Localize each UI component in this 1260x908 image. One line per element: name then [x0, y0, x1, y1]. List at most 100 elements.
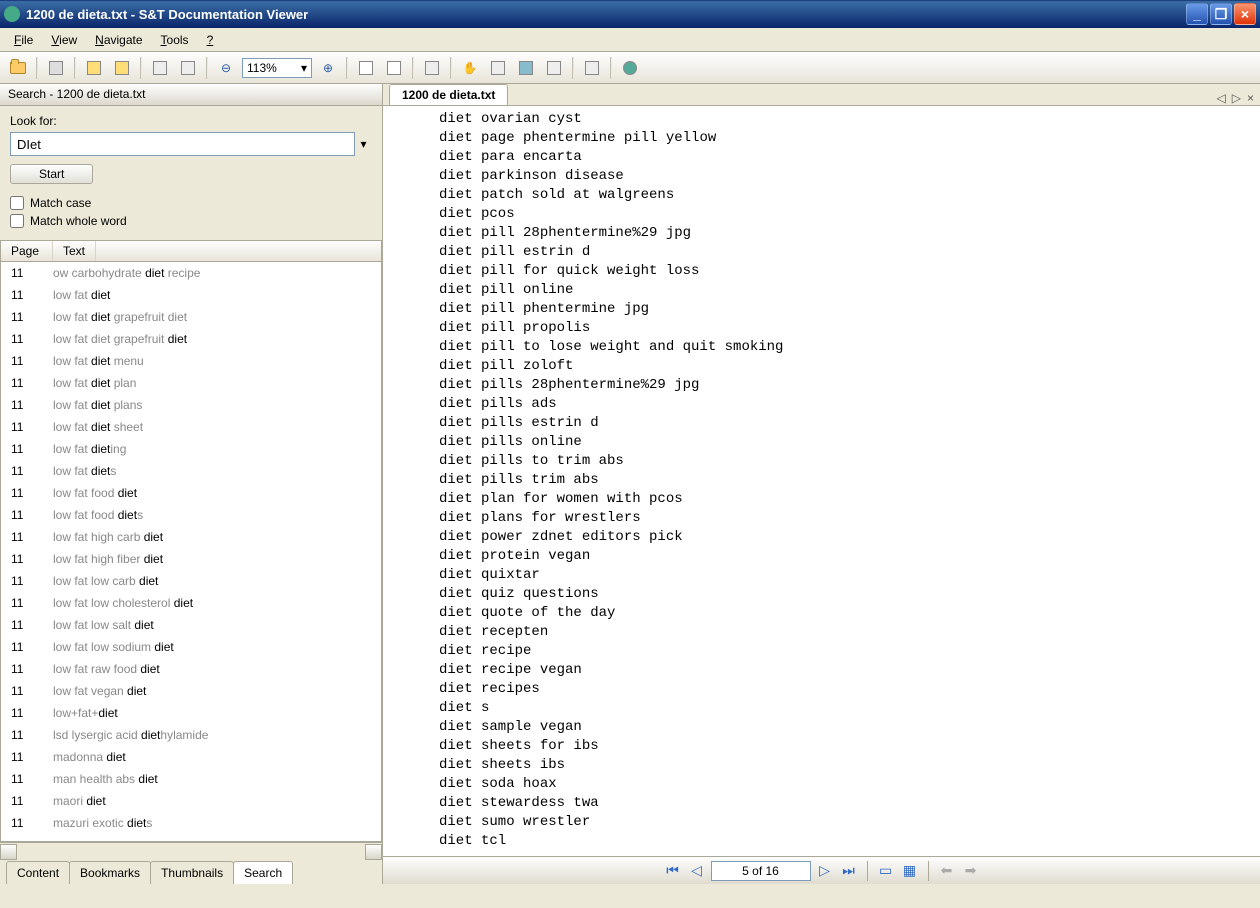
- search-result-row[interactable]: 11maori diet: [1, 790, 381, 812]
- two-page-button[interactable]: [580, 56, 604, 80]
- search-panel: Look for: ▾ Start Match case Match whole…: [0, 106, 382, 240]
- search-result-row[interactable]: 11low fat diets: [1, 460, 381, 482]
- results-hscroll[interactable]: [0, 842, 382, 860]
- minimize-button[interactable]: _: [1186, 3, 1208, 25]
- search-result-row[interactable]: 11ow carbohydrate diet recipe: [1, 262, 381, 284]
- menu-file[interactable]: File: [6, 30, 41, 50]
- result-page: 11: [11, 528, 53, 546]
- search-result-row[interactable]: 11low fat food diet: [1, 482, 381, 504]
- search-result-row[interactable]: 11low fat diet: [1, 284, 381, 306]
- match-case-label: Match case: [30, 196, 91, 210]
- tab-search[interactable]: Search: [233, 861, 293, 884]
- tab-close-icon[interactable]: ×: [1247, 91, 1254, 105]
- highlight-clear-button[interactable]: [110, 56, 134, 80]
- zoom-input[interactable]: 113%▾: [242, 58, 312, 78]
- result-text: low fat diet grapefruit diet: [53, 330, 371, 348]
- document-tab[interactable]: 1200 de dieta.txt: [389, 84, 508, 105]
- single-page-view-button[interactable]: ▭: [876, 861, 896, 881]
- zoom-in-button[interactable]: ⊕: [316, 56, 340, 80]
- next-page-button[interactable]: ▷: [815, 861, 835, 881]
- copy-alt-button[interactable]: [176, 56, 200, 80]
- menu-tools[interactable]: Tools: [153, 30, 197, 50]
- result-page: 11: [11, 330, 53, 348]
- search-result-row[interactable]: 11lsd lysergic acid diethylamide: [1, 724, 381, 746]
- sidebar: Search - 1200 de dieta.txt Look for: ▾ S…: [0, 84, 383, 884]
- tab-next-icon[interactable]: ▷: [1232, 91, 1241, 105]
- page-input[interactable]: [711, 861, 811, 881]
- result-page: 11: [11, 770, 53, 788]
- search-result-row[interactable]: 11low fat diet grapefruit diet: [1, 328, 381, 350]
- tab-thumbnails[interactable]: Thumbnails: [150, 861, 234, 884]
- hand-tool-button[interactable]: ✋: [458, 56, 482, 80]
- search-result-row[interactable]: 11low fat low sodium diet: [1, 636, 381, 658]
- match-whole-word-checkbox[interactable]: [10, 214, 24, 228]
- search-result-row[interactable]: 11madonna diet: [1, 746, 381, 768]
- search-dropdown-icon[interactable]: ▾: [354, 133, 372, 155]
- search-result-row[interactable]: 11low fat dieting: [1, 438, 381, 460]
- copy-button[interactable]: [148, 56, 172, 80]
- search-result-row[interactable]: 11low fat food diets: [1, 504, 381, 526]
- search-result-row[interactable]: 11low fat high carb diet: [1, 526, 381, 548]
- tab-prev-icon[interactable]: ◁: [1217, 91, 1226, 105]
- prev-page-button[interactable]: ◁: [687, 861, 707, 881]
- search-result-row[interactable]: 11low fat diet sheet: [1, 416, 381, 438]
- result-page: 11: [11, 814, 53, 832]
- scroll-left-icon[interactable]: [0, 844, 17, 860]
- zoom-out-button[interactable]: ⊖: [214, 56, 238, 80]
- result-text: low fat food diets: [53, 506, 371, 524]
- nav-forward-button[interactable]: ➡: [961, 861, 981, 881]
- result-page: 11: [11, 704, 53, 722]
- col-text[interactable]: Text: [53, 241, 96, 261]
- rotate-button[interactable]: [542, 56, 566, 80]
- document-tab-bar: 1200 de dieta.txt ◁ ▷ ×: [383, 84, 1260, 106]
- results-list[interactable]: 11ow carbohydrate diet recipe11low fat d…: [0, 262, 382, 842]
- print-button[interactable]: [44, 56, 68, 80]
- highlight-button[interactable]: [82, 56, 106, 80]
- search-result-row[interactable]: 11low fat low carb diet: [1, 570, 381, 592]
- menu-navigate[interactable]: Navigate: [87, 30, 150, 50]
- result-text: low fat diet menu: [53, 352, 371, 370]
- result-page: 11: [11, 594, 53, 612]
- result-text: low fat food diet: [53, 484, 371, 502]
- nav-back-button[interactable]: ⬅: [937, 861, 957, 881]
- scroll-right-icon[interactable]: [365, 844, 382, 860]
- menu-view[interactable]: View: [43, 30, 85, 50]
- close-button[interactable]: ×: [1234, 3, 1256, 25]
- find-button[interactable]: [420, 56, 444, 80]
- search-result-row[interactable]: 11low fat high fiber diet: [1, 548, 381, 570]
- result-text: low fat dieting: [53, 440, 371, 458]
- help-button[interactable]: [618, 56, 642, 80]
- start-button[interactable]: Start: [10, 164, 93, 184]
- menu-help[interactable]: ?: [199, 30, 222, 50]
- search-result-row[interactable]: 11man health abs diet: [1, 768, 381, 790]
- select-image-button[interactable]: [514, 56, 538, 80]
- search-result-row[interactable]: 11low fat diet plans: [1, 394, 381, 416]
- search-input[interactable]: [10, 132, 355, 156]
- search-result-row[interactable]: 11low fat low salt diet: [1, 614, 381, 636]
- match-case-checkbox[interactable]: [10, 196, 24, 210]
- search-result-row[interactable]: 11low fat raw food diet: [1, 658, 381, 680]
- search-result-row[interactable]: 11low fat low cholesterol diet: [1, 592, 381, 614]
- last-page-button[interactable]: ⏭: [839, 861, 859, 881]
- search-result-row[interactable]: 11mazuri exotic diets: [1, 812, 381, 834]
- document-content[interactable]: diet ovarian cyst diet page phentermine …: [383, 106, 1260, 856]
- search-result-row[interactable]: 11low+fat+diet: [1, 702, 381, 724]
- result-page: 11: [11, 396, 53, 414]
- result-page: 11: [11, 440, 53, 458]
- single-page-button[interactable]: [354, 56, 378, 80]
- search-result-row[interactable]: 11low fat diet grapefruit diet: [1, 306, 381, 328]
- search-result-row[interactable]: 11low fat diet menu: [1, 350, 381, 372]
- match-whole-word-label: Match whole word: [30, 214, 127, 228]
- select-text-button[interactable]: [486, 56, 510, 80]
- multi-page-view-button[interactable]: ▦: [900, 861, 920, 881]
- open-button[interactable]: [6, 56, 30, 80]
- result-text: low fat high fiber diet: [53, 550, 371, 568]
- tab-bookmarks[interactable]: Bookmarks: [69, 861, 151, 884]
- search-result-row[interactable]: 11low fat diet plan: [1, 372, 381, 394]
- first-page-button[interactable]: ⏮: [663, 861, 683, 881]
- search-result-row[interactable]: 11low fat vegan diet: [1, 680, 381, 702]
- tab-content[interactable]: Content: [6, 861, 70, 884]
- continuous-page-button[interactable]: [382, 56, 406, 80]
- maximize-button[interactable]: ❐: [1210, 3, 1232, 25]
- col-page[interactable]: Page: [1, 241, 53, 261]
